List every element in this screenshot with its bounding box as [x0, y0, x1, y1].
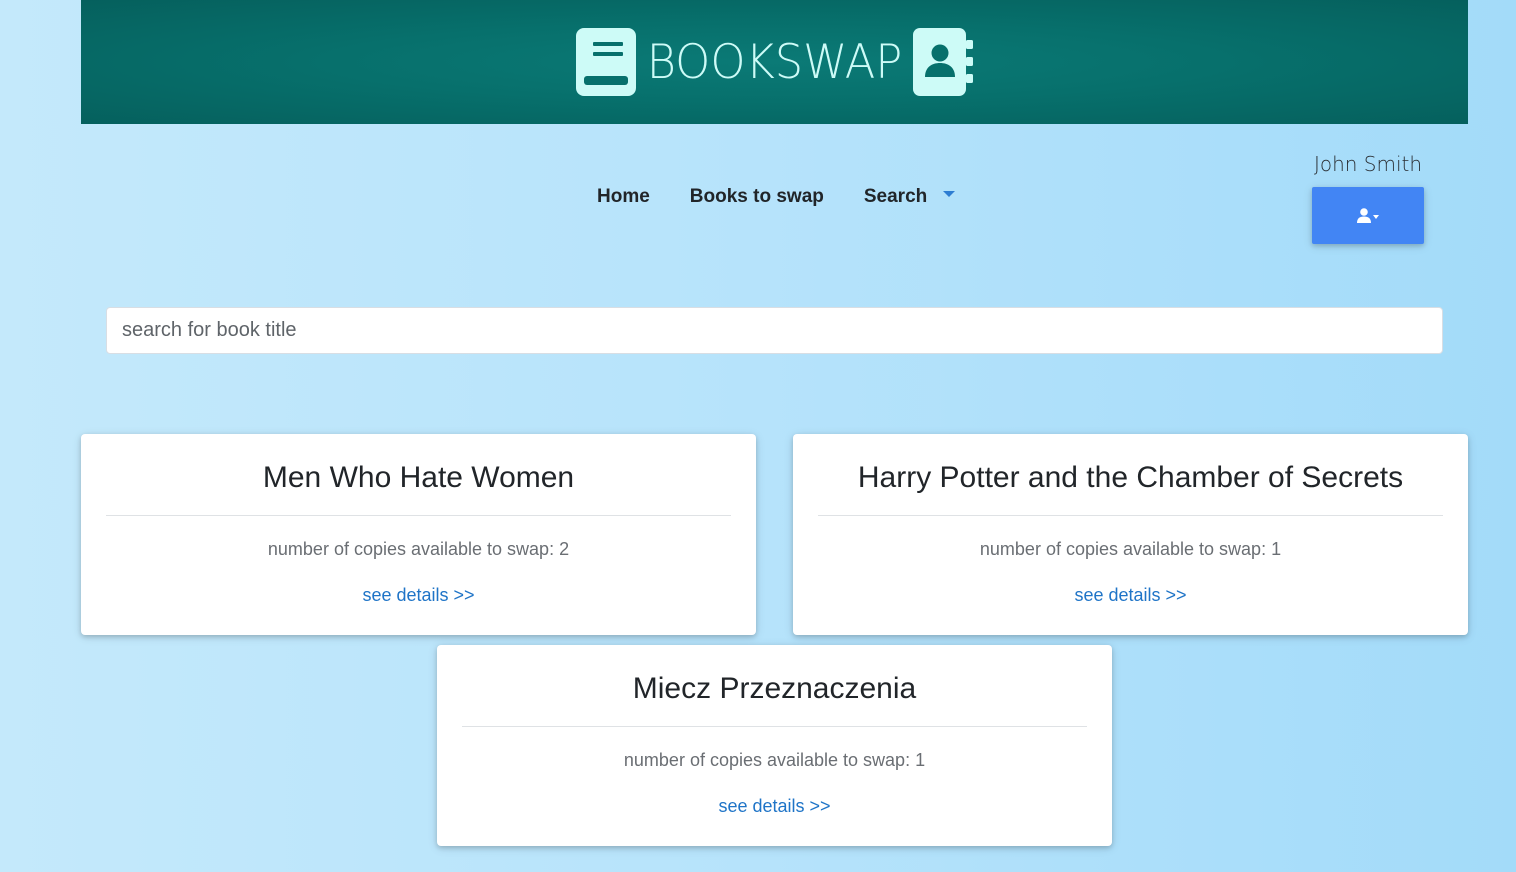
book-title: Men Who Hate Women: [262, 461, 575, 494]
see-details-link[interactable]: see details >>: [362, 585, 474, 606]
user-menu-button[interactable]: [1312, 187, 1424, 244]
book-title: Miecz Przeznaczenia: [632, 672, 917, 705]
chevron-down-icon: [943, 190, 956, 197]
nav-home[interactable]: Home: [577, 186, 670, 208]
copies-available: number of copies available to swap: 2: [267, 539, 570, 559]
user-icon: [1357, 208, 1371, 223]
logo[interactable]: BOOKSWAP: [576, 27, 973, 97]
logo-text: BOOKSWAP: [646, 34, 903, 90]
book-icon: [576, 28, 636, 96]
nav-search-dropdown[interactable]: Search: [844, 186, 975, 208]
main-nav: Home Books to swap Search: [577, 186, 975, 208]
nav-search-label: Search: [863, 186, 928, 207]
address-book-icon: [913, 28, 973, 96]
nav-books-to-swap[interactable]: Books to swap: [670, 186, 844, 208]
see-details-link[interactable]: see details >>: [718, 796, 830, 817]
search-input[interactable]: [106, 307, 1443, 354]
see-details-link[interactable]: see details >>: [1074, 585, 1186, 606]
divider: [462, 726, 1087, 727]
caret-down-icon: [1373, 214, 1379, 219]
book-card: Harry Potter and the Chamber of Secrets …: [793, 434, 1468, 635]
copies-available: number of copies available to swap: 1: [623, 750, 926, 770]
user-name: John Smith: [1313, 152, 1423, 176]
header-banner: BOOKSWAP: [81, 0, 1468, 124]
book-card: Men Who Hate Women number of copies avai…: [81, 434, 756, 635]
divider: [818, 515, 1443, 516]
divider: [106, 515, 731, 516]
book-title: Harry Potter and the Chamber of Secrets: [857, 461, 1404, 494]
book-card: Miecz Przeznaczenia number of copies ava…: [437, 645, 1112, 846]
copies-available: number of copies available to swap: 1: [979, 539, 1282, 559]
